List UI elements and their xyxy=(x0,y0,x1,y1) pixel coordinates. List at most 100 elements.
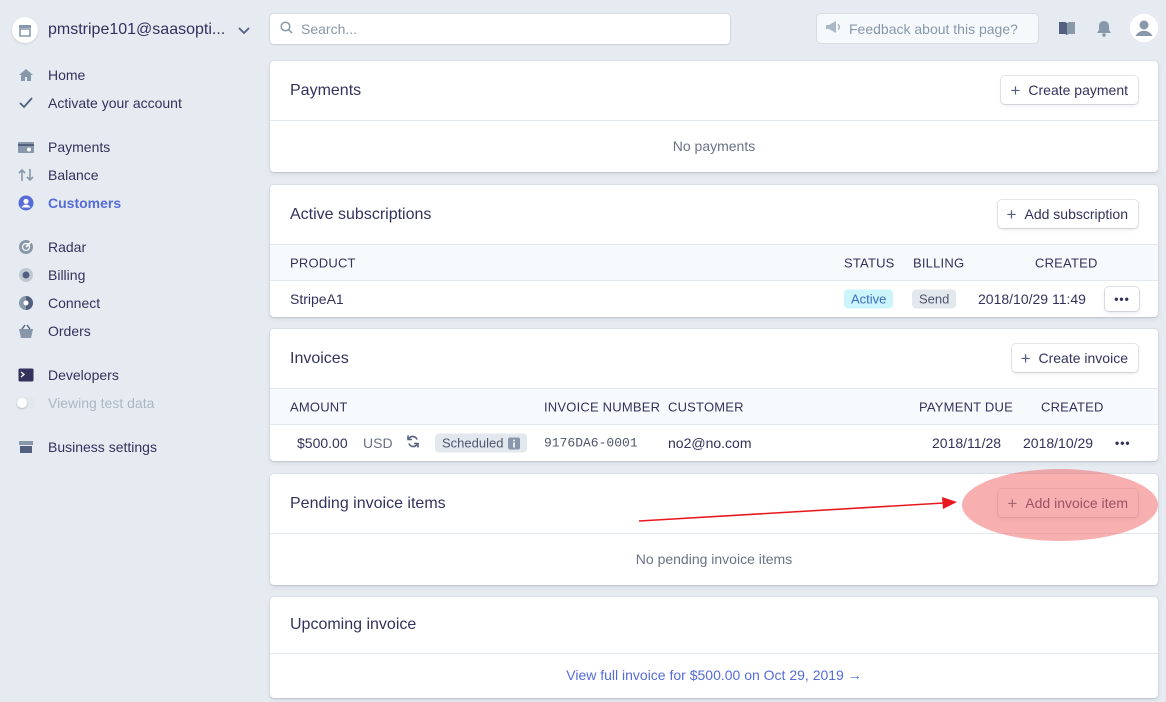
column-header-status: STATUS xyxy=(844,255,895,270)
store-icon xyxy=(12,17,38,43)
sidebar-item-label: Connect xyxy=(48,295,101,311)
sidebar-item-label: Radar xyxy=(48,239,87,255)
info-icon xyxy=(508,437,521,449)
chevron-down-icon xyxy=(238,22,250,38)
feedback-label: Feedback about this page? xyxy=(849,20,1018,37)
payments-title: Payments xyxy=(290,81,362,99)
store-icon xyxy=(16,437,36,457)
account-switcher[interactable]: pmstripe101@saasopti... xyxy=(12,15,262,45)
pending-empty-state: No pending invoice items xyxy=(635,551,793,567)
invoice-payment-due: 2018/11/28 xyxy=(932,435,1002,451)
create-payment-button[interactable]: + Create payment xyxy=(1001,76,1138,104)
invoices-table-header: AMOUNT INVOICE NUMBER CUSTOMER PAYMENT D… xyxy=(270,389,1158,425)
sidebar-item-orders[interactable]: Orders xyxy=(16,320,256,342)
plus-icon: + xyxy=(1010,80,1021,100)
sidebar-item-balance[interactable]: Balance xyxy=(16,164,256,186)
status-badge: Active xyxy=(844,289,894,309)
table-row[interactable]: $500.00 USD Scheduled 9176DA6-0001 no2@n… xyxy=(270,425,1158,461)
upcoming-card-header: Upcoming invoice xyxy=(270,597,1158,654)
pending-card-header: Pending invoice items + Add invoice item xyxy=(270,474,1158,534)
sidebar: pmstripe101@saasopti... Home Activate yo… xyxy=(0,0,270,702)
sidebar-item-label: Customers xyxy=(48,195,122,211)
invoices-card: Invoices + Create invoice AMOUNT INVOICE … xyxy=(270,329,1158,461)
sidebar-item-label: Payments xyxy=(48,139,111,155)
sidebar-item-connect[interactable]: Connect xyxy=(16,292,256,314)
check-icon xyxy=(16,93,36,113)
more-options-button[interactable]: ••• xyxy=(1105,287,1139,311)
column-header-invoice-number: INVOICE NUMBER xyxy=(544,399,661,414)
sidebar-item-radar[interactable]: Radar xyxy=(16,236,256,258)
sidebar-item-payments[interactable]: Payments xyxy=(16,136,256,158)
column-header-customer: CUSTOMER xyxy=(668,399,744,414)
create-payment-label: Create payment xyxy=(1028,82,1128,98)
account-name: pmstripe101@saasopti... xyxy=(48,21,226,38)
column-header-created: CREATED xyxy=(1035,255,1098,270)
sidebar-item-label: Home xyxy=(48,67,86,83)
feedback-button[interactable]: Feedback about this page? xyxy=(817,14,1038,43)
payments-empty-state: No payments xyxy=(672,138,756,154)
pending-title: Pending invoice items xyxy=(290,494,446,512)
sidebar-item-label: Viewing test data xyxy=(48,395,155,411)
pending-invoice-items-card: Pending invoice items + Add invoice item … xyxy=(270,474,1158,585)
column-header-created: CREATED xyxy=(1041,399,1104,414)
sidebar-item-label: Billing xyxy=(48,267,86,283)
search-input[interactable] xyxy=(301,21,701,37)
subscriptions-card-header: Active subscriptions + Add subscription xyxy=(270,185,1158,245)
sidebar-item-developers[interactable]: Developers xyxy=(16,364,256,386)
balance-icon xyxy=(16,165,36,185)
invoice-currency: USD xyxy=(363,435,393,451)
connect-icon xyxy=(16,293,36,313)
radar-icon xyxy=(16,237,36,257)
upcoming-invoice-card: Upcoming invoice View full invoice for $… xyxy=(270,597,1158,698)
view-full-invoice-link[interactable]: View full invoice for $500.00 on Oct 29,… xyxy=(270,654,1158,696)
sidebar-item-business-settings[interactable]: Business settings xyxy=(16,436,256,458)
invoice-status-label: Scheduled xyxy=(442,435,504,451)
sidebar-item-label: Orders xyxy=(48,323,91,339)
sidebar-item-label: Business settings xyxy=(48,439,157,455)
billing-icon xyxy=(16,265,36,285)
toggle-icon[interactable] xyxy=(16,393,36,413)
user-avatar-icon[interactable] xyxy=(1130,14,1158,42)
subscription-created: 2018/10/29 11:49 xyxy=(978,291,1086,307)
subscription-product: StripeA1 xyxy=(290,291,344,307)
invoice-created: 2018/10/29 xyxy=(1023,435,1094,451)
sidebar-item-home[interactable]: Home xyxy=(16,64,256,86)
customers-icon xyxy=(16,193,36,213)
megaphone-icon xyxy=(825,20,841,37)
payments-card: Payments + Create payment No payments xyxy=(270,61,1158,172)
create-invoice-button[interactable]: + Create invoice xyxy=(1011,344,1138,372)
plus-icon: + xyxy=(1020,348,1031,368)
billing-badge: Send xyxy=(912,289,957,309)
create-invoice-label: Create invoice xyxy=(1038,350,1129,366)
invoices-card-header: Invoices + Create invoice xyxy=(270,329,1158,389)
upcoming-title: Upcoming invoice xyxy=(290,616,417,633)
add-subscription-label: Add subscription xyxy=(1024,206,1128,222)
invoices-title: Invoices xyxy=(290,349,349,367)
more-options-button[interactable]: ••• xyxy=(1115,436,1131,450)
orders-icon xyxy=(16,321,36,341)
column-header-product: PRODUCT xyxy=(290,255,356,270)
docs-book-icon[interactable] xyxy=(1055,16,1079,40)
sidebar-item-test-data[interactable]: Viewing test data xyxy=(16,392,256,414)
bell-icon[interactable] xyxy=(1092,16,1116,40)
column-header-amount: AMOUNT xyxy=(290,399,348,414)
plus-icon: + xyxy=(1007,493,1018,513)
search-bar[interactable] xyxy=(270,14,730,44)
sidebar-item-customers[interactable]: Customers xyxy=(16,192,256,214)
payments-icon xyxy=(16,137,36,157)
recurring-icon xyxy=(406,435,420,452)
add-subscription-button[interactable]: + Add subscription xyxy=(997,200,1138,228)
sidebar-item-billing[interactable]: Billing xyxy=(16,264,256,286)
add-invoice-item-button[interactable]: + Add invoice item xyxy=(998,489,1138,517)
sidebar-item-activate[interactable]: Activate your account xyxy=(16,92,256,114)
subscriptions-table-header: PRODUCT STATUS BILLING CREATED xyxy=(270,245,1158,281)
invoice-amount: $500.00 xyxy=(297,435,348,451)
plus-icon: + xyxy=(1006,204,1017,224)
sidebar-item-label: Activate your account xyxy=(48,95,182,111)
invoice-number: 9176DA6-0001 xyxy=(544,435,638,451)
column-header-payment-due: PAYMENT DUE xyxy=(919,399,1013,414)
payments-card-header: Payments + Create payment xyxy=(270,61,1158,121)
add-invoice-item-label: Add invoice item xyxy=(1025,495,1128,511)
table-row[interactable]: StripeA1 Active Send 2018/10/29 11:49 ••… xyxy=(270,281,1158,317)
home-icon xyxy=(16,65,36,85)
